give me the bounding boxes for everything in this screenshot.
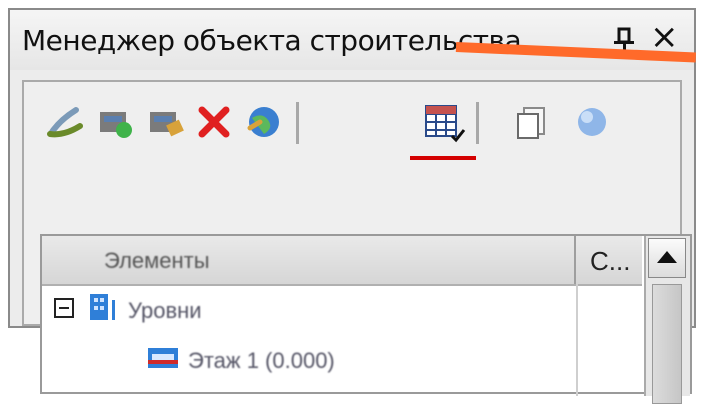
close-icon[interactable]: × xyxy=(650,20,679,54)
add-level-icon[interactable] xyxy=(96,102,136,142)
copy-page-icon[interactable] xyxy=(512,102,552,142)
elements-tree-grid: Элементы С... Уровни Этаж 1 (0.000) xyxy=(40,234,692,404)
table-grid-icon[interactable] xyxy=(422,102,466,143)
toolbar-separator-2 xyxy=(476,102,479,144)
column-header-elements[interactable]: Элементы xyxy=(42,236,576,284)
tree-row[interactable]: Уровни xyxy=(42,288,570,336)
building-icon xyxy=(86,292,124,322)
sphere-icon[interactable] xyxy=(572,102,612,142)
grid-header: Элементы С... xyxy=(42,236,642,286)
globe-settings-icon[interactable] xyxy=(244,102,284,142)
panel-titlebar[interactable]: Менеджер объекта строительства × xyxy=(10,10,694,70)
panel-title: Менеджер объекта строительства xyxy=(22,24,522,57)
delete-icon[interactable] xyxy=(194,102,234,142)
edit-level-icon[interactable] xyxy=(146,102,186,142)
toolbar xyxy=(24,82,680,178)
vertical-scrollbar[interactable] xyxy=(644,236,690,404)
highlight-underline xyxy=(410,156,476,160)
column-divider xyxy=(576,284,578,396)
toolbar-separator xyxy=(296,102,299,144)
scrollbar-thumb[interactable] xyxy=(652,284,682,404)
scroll-up-button[interactable] xyxy=(648,238,686,278)
column-header-c-label: С... xyxy=(590,246,631,276)
manager-content: Элементы С... Уровни Этаж 1 (0.000) xyxy=(22,80,692,404)
tree-row-label: Этаж 1 (0.000) xyxy=(188,348,335,373)
column-header-c[interactable]: С... xyxy=(576,236,646,284)
wand-edit-icon[interactable] xyxy=(46,102,86,142)
column-header-elements-label: Элементы xyxy=(104,248,210,273)
tree-row[interactable]: Этаж 1 (0.000) xyxy=(42,338,570,386)
collapse-toggle[interactable] xyxy=(54,298,74,318)
tree-row-label: Уровни xyxy=(128,298,202,323)
floor-icon xyxy=(146,344,184,374)
